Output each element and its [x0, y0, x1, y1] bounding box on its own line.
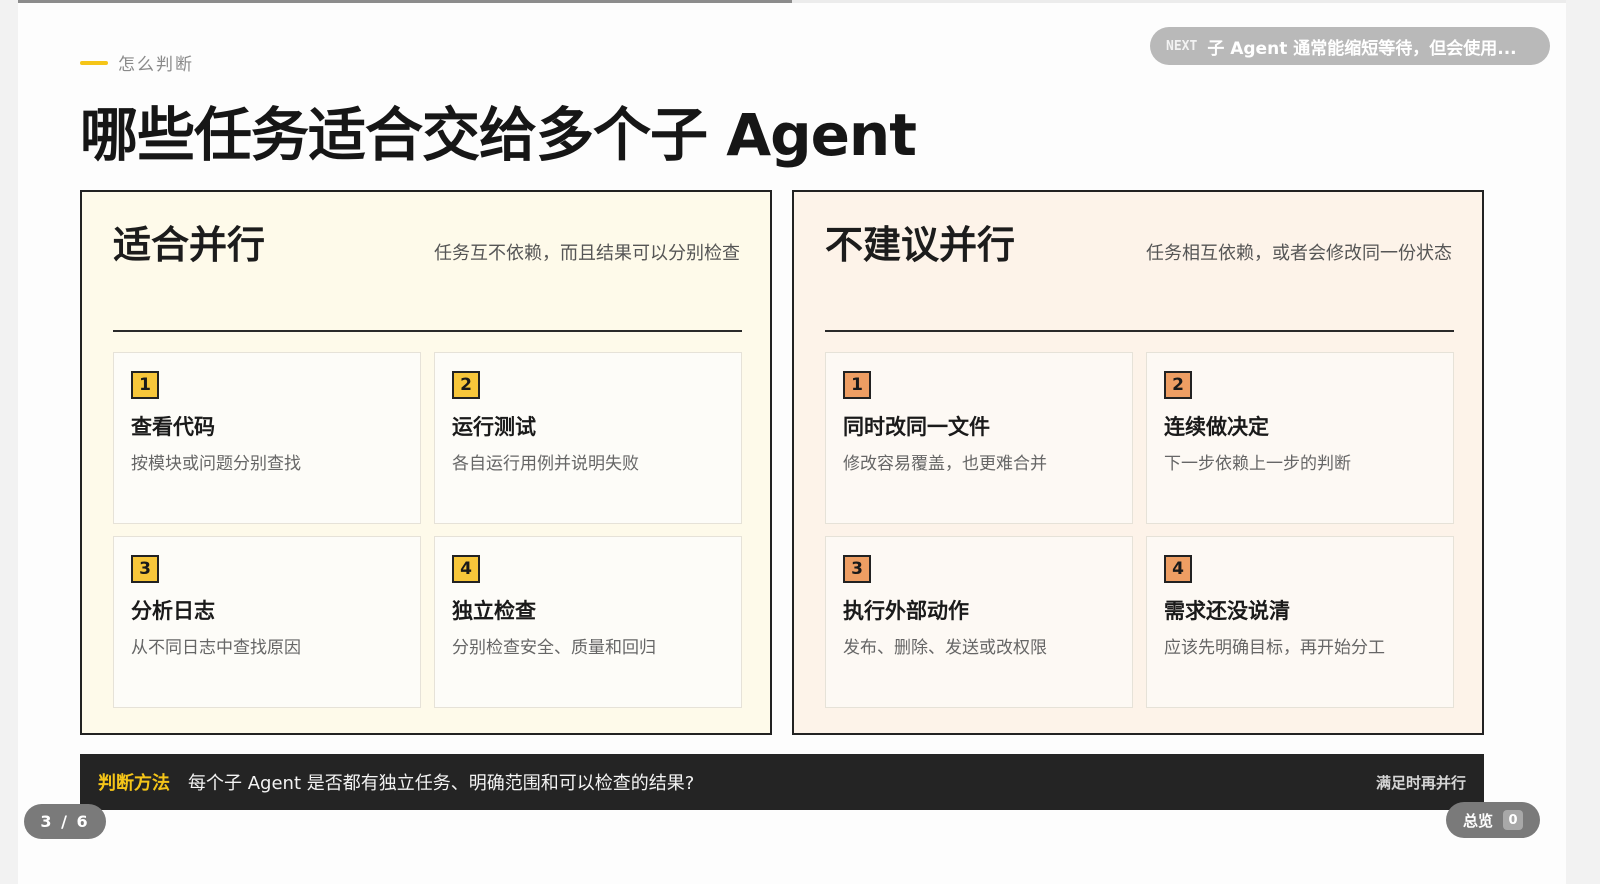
card-title: 执行外部动作	[843, 599, 969, 623]
next-tag: NEXT	[1166, 38, 1198, 54]
panel-divider	[825, 330, 1454, 332]
footer-conclusion: 满足时再并行	[1375, 773, 1466, 792]
page-indicator: 3 / 6	[24, 804, 106, 839]
panel-title: 不建议并行	[825, 223, 1016, 267]
card-description: 分别检查安全、质量和回归	[452, 638, 656, 658]
card: 4 独立检查 分别检查安全、质量和回归	[434, 536, 742, 708]
number-badge: 2	[1164, 371, 1192, 399]
footer-summary-bar: 判断方法 每个子 Agent 是否都有独立任务、明确范围和可以检查的结果? 满足…	[80, 754, 1484, 810]
panel-description: 任务互不依赖，而且结果可以分别检查	[434, 243, 740, 264]
footer-label: 判断方法	[98, 773, 170, 794]
card: 2 运行测试 各自运行用例并说明失败	[434, 352, 742, 524]
card-description: 按模块或问题分别查找	[131, 454, 301, 474]
card-description: 修改容易覆盖，也更难合并	[843, 454, 1047, 474]
number-badge: 4	[452, 555, 480, 583]
card: 1 查看代码 按模块或问题分别查找	[113, 352, 421, 524]
card-description: 从不同日志中查找原因	[131, 638, 301, 658]
card-title: 运行测试	[452, 415, 536, 439]
number-badge: 3	[131, 555, 159, 583]
panel-title: 适合并行	[113, 223, 266, 267]
card: 1 同时改同一文件 修改容易覆盖，也更难合并	[825, 352, 1133, 524]
progress-bar	[18, 0, 1566, 3]
slide: 怎么判断 哪些任务适合交给多个子 Agent NEXT 子 Agent 通常能缩…	[18, 0, 1566, 884]
card-description: 应该先明确目标，再开始分工	[1164, 638, 1385, 658]
card-description: 下一步依赖上一步的判断	[1164, 454, 1351, 474]
footer-text: 每个子 Agent 是否都有独立任务、明确范围和可以检查的结果?	[188, 773, 695, 794]
panel-divider	[113, 330, 742, 332]
number-badge: 4	[1164, 555, 1192, 583]
number-badge: 3	[843, 555, 871, 583]
panel-description: 任务相互依赖，或者会修改同一份状态	[1146, 243, 1452, 264]
card: 4 需求还没说清 应该先明确目标，再开始分工	[1146, 536, 1454, 708]
card: 3 分析日志 从不同日志中查找原因	[113, 536, 421, 708]
progress-fill	[18, 0, 792, 3]
overview-label: 总览	[1462, 811, 1493, 830]
shortcut-key-chip: 0	[1503, 810, 1523, 830]
next-slide-preview: 子 Agent 通常能缩短等待，但会使用...	[1207, 38, 1517, 59]
eyebrow-accent-bar	[80, 60, 108, 65]
card-description: 发布、删除、发送或改权限	[843, 638, 1047, 658]
panel-not-recommended: 不建议并行 任务相互依赖，或者会修改同一份状态 1 同时改同一文件 修改容易覆盖…	[792, 190, 1484, 735]
card-title: 分析日志	[131, 599, 215, 623]
card-title: 同时改同一文件	[843, 415, 990, 439]
number-badge: 1	[843, 371, 871, 399]
number-badge: 2	[452, 371, 480, 399]
eyebrow: 怎么判断	[80, 50, 194, 75]
card-title: 查看代码	[131, 415, 215, 439]
slide-title: 哪些任务适合交给多个子 Agent	[80, 101, 917, 169]
card-description: 各自运行用例并说明失败	[452, 454, 639, 474]
next-slide-button[interactable]: NEXT 子 Agent 通常能缩短等待，但会使用...	[1150, 27, 1550, 65]
number-badge: 1	[131, 371, 159, 399]
panel-suitable: 适合并行 任务互不依赖，而且结果可以分别检查 1 查看代码 按模块或问题分别查找…	[80, 190, 772, 735]
card-title: 独立检查	[452, 599, 536, 623]
card: 3 执行外部动作 发布、删除、发送或改权限	[825, 536, 1133, 708]
card: 2 连续做决定 下一步依赖上一步的判断	[1146, 352, 1454, 524]
card-title: 连续做决定	[1164, 415, 1269, 439]
overview-button[interactable]: 总览 0	[1446, 802, 1540, 838]
eyebrow-label: 怎么判断	[118, 55, 194, 75]
card-title: 需求还没说清	[1164, 599, 1290, 623]
